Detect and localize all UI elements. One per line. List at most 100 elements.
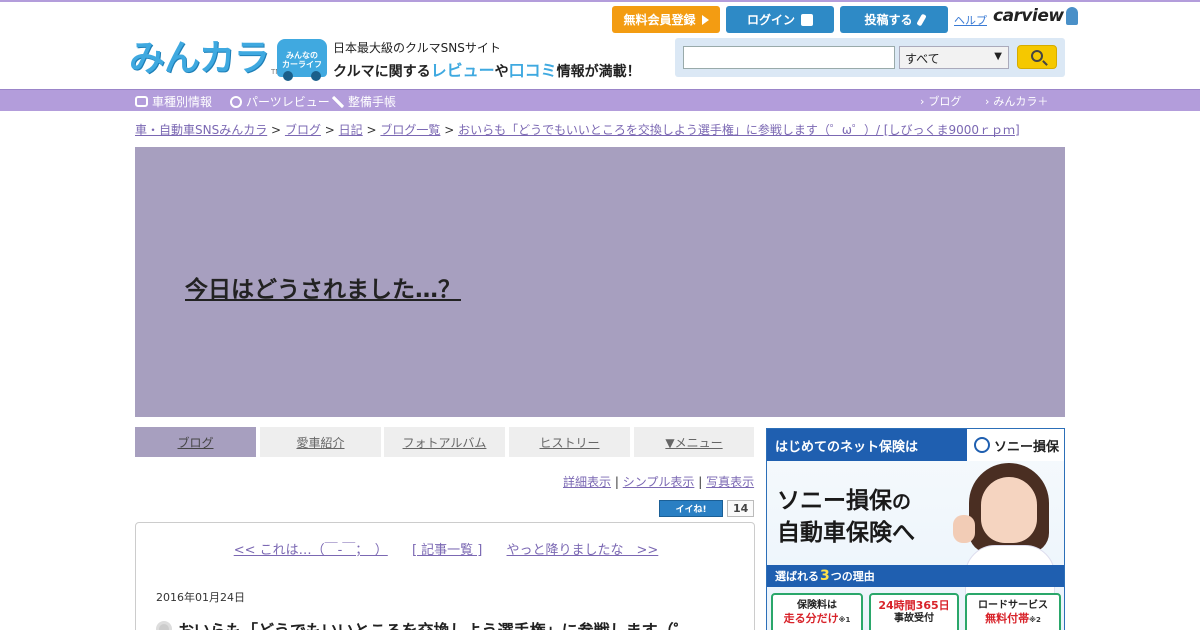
view-separator: |	[698, 475, 703, 489]
ad-reason-text: 選ばれる	[775, 570, 819, 583]
view-simple-link[interactable]: シンプル表示	[623, 475, 695, 489]
ad-card-note: ※1	[838, 616, 851, 624]
breadcrumb-link[interactable]: ブログ一覧	[380, 123, 440, 137]
ad-card-main: 無料付帯	[985, 612, 1030, 625]
sony-insurance-ad[interactable]: はじめてのネット保険は ソニー損保 ソニー損保の 自動車保険へ 選ばれる 3 つの理…	[766, 428, 1065, 630]
help-link[interactable]: ヘルプ	[954, 12, 987, 28]
nav-item-car-info[interactable]: 車種別情報	[135, 93, 212, 110]
view-separator: |	[614, 475, 619, 489]
carview-mark-icon	[1065, 7, 1078, 25]
login-button[interactable]: ログイン	[726, 6, 834, 33]
badge-text: みんなの カーライフ	[282, 51, 322, 69]
breadcrumb-link[interactable]: ブログ	[285, 123, 321, 137]
arrow-right-icon	[701, 14, 709, 25]
iine-button[interactable]: イイね!	[659, 500, 723, 517]
tab-blog[interactable]: ブログ	[135, 427, 256, 457]
tab-history[interactable]: ヒストリー	[509, 427, 630, 457]
ad-card-main: 事故受付	[894, 613, 934, 624]
global-nav: 車種別情報 パーツレビュー 整備手帳 › ブログ › みんカラ＋	[0, 89, 1200, 111]
article-title: おいらも「どうでもいいところを交換しよう選手権」に参戦します（゜	[156, 617, 690, 630]
register-button[interactable]: 無料会員登録	[612, 6, 720, 33]
breadcrumb: 車・自動車SNSみんカラ > ブログ > 日記 > ブログ一覧 > おいらも「ど…	[135, 121, 1065, 138]
ad-brand-text: ソニー損保	[993, 439, 1059, 455]
tagline-part: クルマに関する	[333, 64, 431, 80]
tagline-top: 日本最大級のクルマSNSサイト	[333, 41, 501, 55]
tagline-kuchikomi: 口コミ	[508, 61, 557, 80]
nav-label: ブログ	[928, 95, 962, 108]
minkara-logo[interactable]: みんカラ TM	[129, 38, 281, 80]
tagline-review: レビュー	[430, 61, 495, 80]
iine-widget: イイね! 14	[659, 500, 755, 517]
prev-article-link[interactable]: << これは…（￣-￣； ）	[234, 543, 388, 558]
nav-item-blog[interactable]: › ブログ	[920, 93, 961, 109]
register-label: 無料会員登録	[623, 13, 696, 27]
car-icon	[135, 96, 148, 107]
ad-reasons-banner: 選ばれる 3 つの理由	[767, 565, 1064, 587]
ad-copy-line1: ソニー損保の	[777, 481, 911, 515]
article-pager: << これは…（￣-￣； ） [ 記事一覧 ] やっと降りましたな >>	[136, 539, 756, 558]
ad-card-top: 保険料は	[797, 600, 837, 611]
dropdown-arrow-icon: ▼	[994, 51, 1002, 62]
top-accent-stripe	[0, 0, 1200, 2]
breadcrumb-separator: >	[271, 123, 282, 137]
search-input[interactable]	[683, 46, 895, 69]
search-box: すべて ▼	[675, 38, 1065, 77]
wheel-icon	[311, 71, 321, 81]
tab-menu[interactable]: ▼メニュー	[634, 427, 754, 457]
ad-copy-brand: ソニー損保	[777, 488, 892, 514]
car-life-badge-icon: みんなの カーライフ	[277, 39, 327, 81]
article-title-text: おいらも「どうでもいいところを交換しよう選手権」に参戦します（゜	[178, 617, 690, 630]
view-photo-link[interactable]: 写真表示	[706, 475, 754, 489]
breadcrumb-current[interactable]: おいらも「どうでもいいところを交換しよう選手権」に参戦します（゜ω゜）/ [しび…	[458, 123, 1020, 137]
ad-card-main: 走る分だけ	[783, 612, 839, 625]
post-label: 投稿する	[864, 13, 913, 27]
ad-card-note: ※2	[1029, 616, 1041, 624]
carview-logo[interactable]: carview	[993, 6, 1078, 26]
blog-title[interactable]: 今日はどうされました…？	[185, 270, 461, 304]
article-date: 2016年01月24日	[156, 591, 245, 604]
ad-reason-text: つの理由	[830, 570, 875, 583]
iine-count: 14	[727, 500, 755, 517]
parts-icon	[230, 95, 242, 108]
breadcrumb-separator: >	[366, 123, 377, 137]
tab-car-intro[interactable]: 愛車紹介	[260, 427, 381, 457]
login-label: ログイン	[746, 13, 795, 27]
blog-article: << これは…（￣-￣； ） [ 記事一覧 ] やっと降りましたな >> 201…	[135, 522, 755, 630]
nav-item-maintenance[interactable]: 整備手帳	[332, 93, 396, 110]
tab-photo-album[interactable]: フォトアルバム	[384, 427, 505, 457]
breadcrumb-separator: >	[444, 123, 455, 137]
ad-copy-particle: の	[892, 491, 912, 513]
ad-card-top: ロードサービス	[978, 600, 1048, 611]
next-article-link[interactable]: やっと降りましたな >>	[507, 543, 659, 558]
ad-card-top: 24時間365日	[878, 599, 950, 612]
nav-item-parts-review[interactable]: パーツレビュー	[230, 93, 330, 110]
view-detail-link[interactable]: 詳細表示	[563, 475, 611, 489]
ad-copy-line2: 自動車保険へ	[777, 520, 915, 546]
carview-text: carview	[993, 6, 1064, 26]
article-list-link[interactable]: [ 記事一覧 ]	[412, 543, 482, 558]
search-scope-value: すべて	[905, 52, 940, 66]
wheel-icon	[283, 71, 293, 81]
ad-brand: ソニー損保	[967, 429, 1064, 461]
bullet-icon	[156, 621, 172, 630]
ad-reason-number: 3	[820, 568, 830, 584]
ad-reason-card: 24時間365日 事故受付	[869, 593, 959, 630]
view-mode-links: 詳細表示 | シンプル表示 | 写真表示	[563, 473, 754, 490]
breadcrumb-link[interactable]: 車・自動車SNSみんカラ	[135, 123, 267, 137]
sony-logo-icon	[973, 437, 990, 453]
nav-label: みんカラ＋	[993, 95, 1049, 108]
wrench-icon	[332, 95, 344, 108]
breadcrumb-separator: >	[324, 123, 335, 137]
breadcrumb-link[interactable]: 日記	[339, 123, 363, 137]
pen-icon	[915, 13, 927, 26]
nav-label: 整備手帳	[348, 95, 397, 109]
blog-hero-banner: 今日はどうされました…？	[135, 147, 1065, 417]
search-button[interactable]	[1017, 45, 1057, 69]
nav-item-minkara-plus[interactable]: › みんカラ＋	[985, 93, 1048, 109]
ad-headline: はじめてのネット保険は	[767, 429, 967, 461]
search-scope-select[interactable]: すべて ▼	[899, 46, 1009, 69]
tagline-main: クルマに関するレビューや口コミ情報が満載！	[333, 57, 641, 81]
post-button[interactable]: 投稿する	[840, 6, 948, 33]
chevron-right-icon: ›	[920, 94, 925, 108]
tagline-part: や	[494, 64, 509, 80]
